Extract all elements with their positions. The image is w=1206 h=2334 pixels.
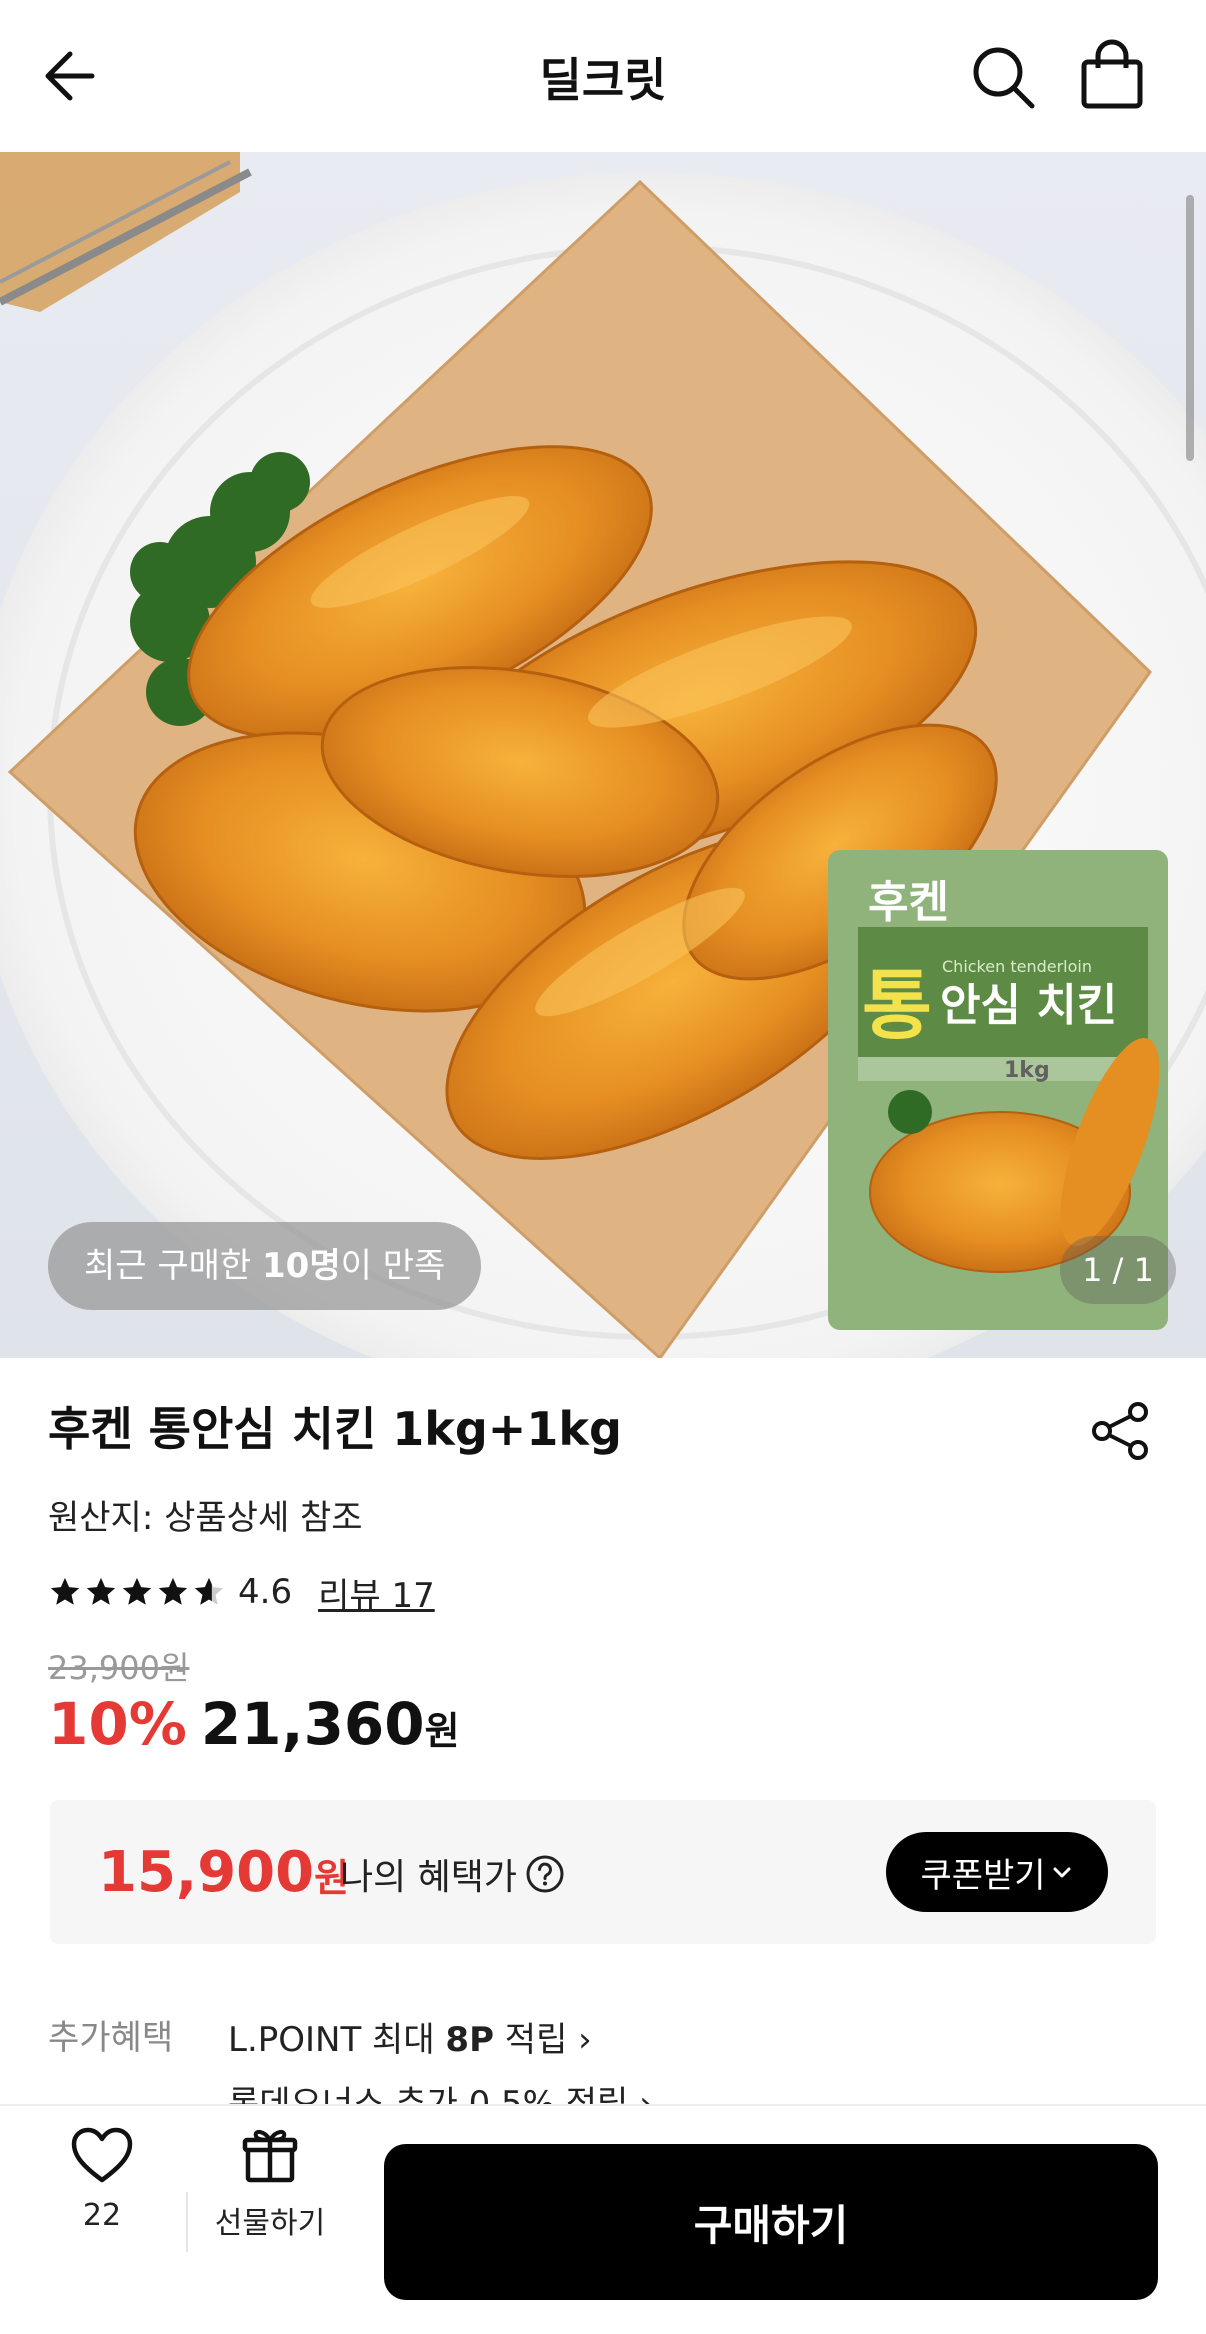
star-full-icon [86,1577,116,1605]
lpoint-amount: 8P [445,2020,494,2060]
like-button[interactable]: 22 [64,2126,140,2233]
rating-row: 4.6 리뷰 17 [48,1568,435,1616]
coupon-button-label: 쿠폰받기 [920,1855,1046,1896]
star-full-icon [122,1577,152,1605]
benefit-label-row: 나의 혜택가 [340,1848,565,1900]
gift-button[interactable]: 선물하기 [212,2126,328,2242]
product-name: 후켄 통안심 치킨 1kg+1kg [48,1402,622,1456]
social-proof-prefix: 최근 구매한 [84,1246,263,1286]
gift-label: 선물하기 [214,2206,326,2241]
bottom-divider [186,2192,188,2252]
star-full-icon [158,1577,188,1605]
gift-icon [242,2129,298,2183]
share-icon[interactable] [1090,1400,1152,1462]
coupon-button[interactable]: 쿠폰받기 [886,1832,1108,1912]
sale-price: 21,360 [200,1690,425,1758]
rating-value: 4.6 [238,1572,293,1612]
chevron-down-icon [1053,1867,1071,1878]
price-row: 10% 21,360 원 [48,1690,460,1760]
product-image-carousel[interactable]: 후켄 통 안심 치킨 Chicken tenderloin 1kg 최근 구매한… [0,152,1206,1358]
benefit-price-value: 15,900 [98,1840,315,1905]
like-count: 22 [82,2198,122,2233]
review-link[interactable]: 리뷰 17 [318,1568,435,1617]
star-full-icon [50,1577,80,1605]
original-price: 23,900원 [48,1649,190,1687]
package-title-text: 안심 치킨 [940,980,1117,1031]
image-counter: 1 / 1 [1060,1236,1176,1304]
benefit-price-box: 15,900원 나의 혜택가 쿠폰받기 [50,1800,1156,1944]
fried-chicken-photo: 후켄 통 안심 치킨 Chicken tenderloin 1kg [0,152,1206,1358]
page-scrollbar[interactable] [1186,195,1194,461]
question-circle-icon[interactable] [525,1854,565,1894]
lpoint-benefit-link[interactable]: L.POINT 최대 8P 적립 › [228,2012,592,2061]
price-unit: 원 [424,1709,460,1753]
heart-icon [71,2127,133,2183]
lpoint-suffix: 적립 › [494,2020,592,2060]
bottom-action-bar: 22 선물하기 구매하기 [0,2104,1206,2334]
star-partial-icon [194,1577,224,1605]
package-brand-text: 후켄 [868,877,949,928]
social-proof-badge: 최근 구매한 10명이 만족 [48,1222,482,1310]
shopping-bag-icon[interactable] [1078,38,1146,110]
social-proof-suffix: 이 만족 [340,1246,446,1286]
buy-button[interactable]: 구매하기 [384,2144,1158,2300]
star-rating [48,1575,228,1609]
package-title-big-text: 통 [862,961,932,1050]
origin-info: 원산지: 상품상세 참조 [48,1498,363,1538]
package-subtitle-text: Chicken tenderloin [942,957,1092,976]
benefit-label: 나의 혜택가 [340,1857,518,1898]
extra-benefit-label: 추가혜택 [48,2018,174,2058]
social-proof-count: 10명 [262,1246,341,1286]
search-icon[interactable] [970,40,1038,112]
benefit-price: 15,900원 [98,1840,349,1905]
top-app-bar: 딜크릿 [0,0,1206,152]
discount-rate: 10% [48,1690,187,1758]
lpoint-prefix: L.POINT 최대 [228,2020,446,2060]
